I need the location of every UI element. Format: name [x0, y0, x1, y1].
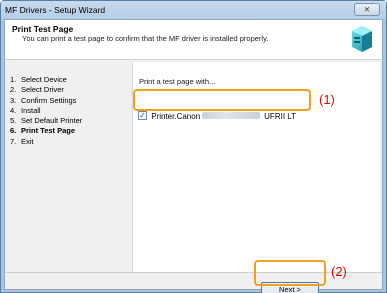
callout-label-1: (1) [319, 92, 335, 107]
printer-checkbox-row[interactable]: ✓ Printer.Canon UFRII LT [138, 111, 297, 124]
close-icon: ⨯ [363, 5, 371, 14]
title-bar: MF Drivers - Setup Wizard ⨯ [1, 1, 386, 19]
page-title: Print Test Page [12, 24, 74, 34]
printer-driver-icon [352, 26, 372, 52]
printer-name-prefix: Printer.Canon [151, 112, 201, 122]
step-item: 7. Exit [10, 136, 34, 146]
window-title: MF Drivers - Setup Wizard [5, 5, 106, 15]
printer-name-suffix: UFRII LT [264, 112, 297, 122]
step-item: 4. Install [10, 105, 41, 115]
wizard-header: Print Test Page You can print a test pag… [5, 20, 382, 60]
highlight-box-next [254, 260, 326, 286]
page-description: You can print a test page to confirm tha… [22, 34, 269, 43]
step-item: 2. Select Driver [10, 85, 64, 95]
printer-checkbox[interactable]: ✓ [138, 111, 147, 121]
wizard-steps-list: 1. Select Device 2. Select Driver 3. Confir… [10, 75, 128, 147]
callout-label-2: (2) [331, 264, 347, 279]
wizard-client-area: Print Test Page You can print a test pag… [4, 19, 383, 293]
step-item: 1. Select Device [10, 75, 67, 84]
highlight-box-printer [133, 89, 311, 111]
test-page-prompt: Print a test page with... [139, 77, 216, 86]
setup-wizard-window: MF Drivers - Setup Wizard ⨯ Print Test P… [0, 0, 387, 293]
redacted-model-name [202, 112, 261, 120]
step-item-current: 6. Print Test Page [10, 126, 76, 136]
step-item: 3. Confirm Settings [10, 95, 77, 105]
step-item: 5. Set Default Printer [10, 116, 83, 126]
close-button[interactable]: ⨯ [354, 3, 380, 16]
